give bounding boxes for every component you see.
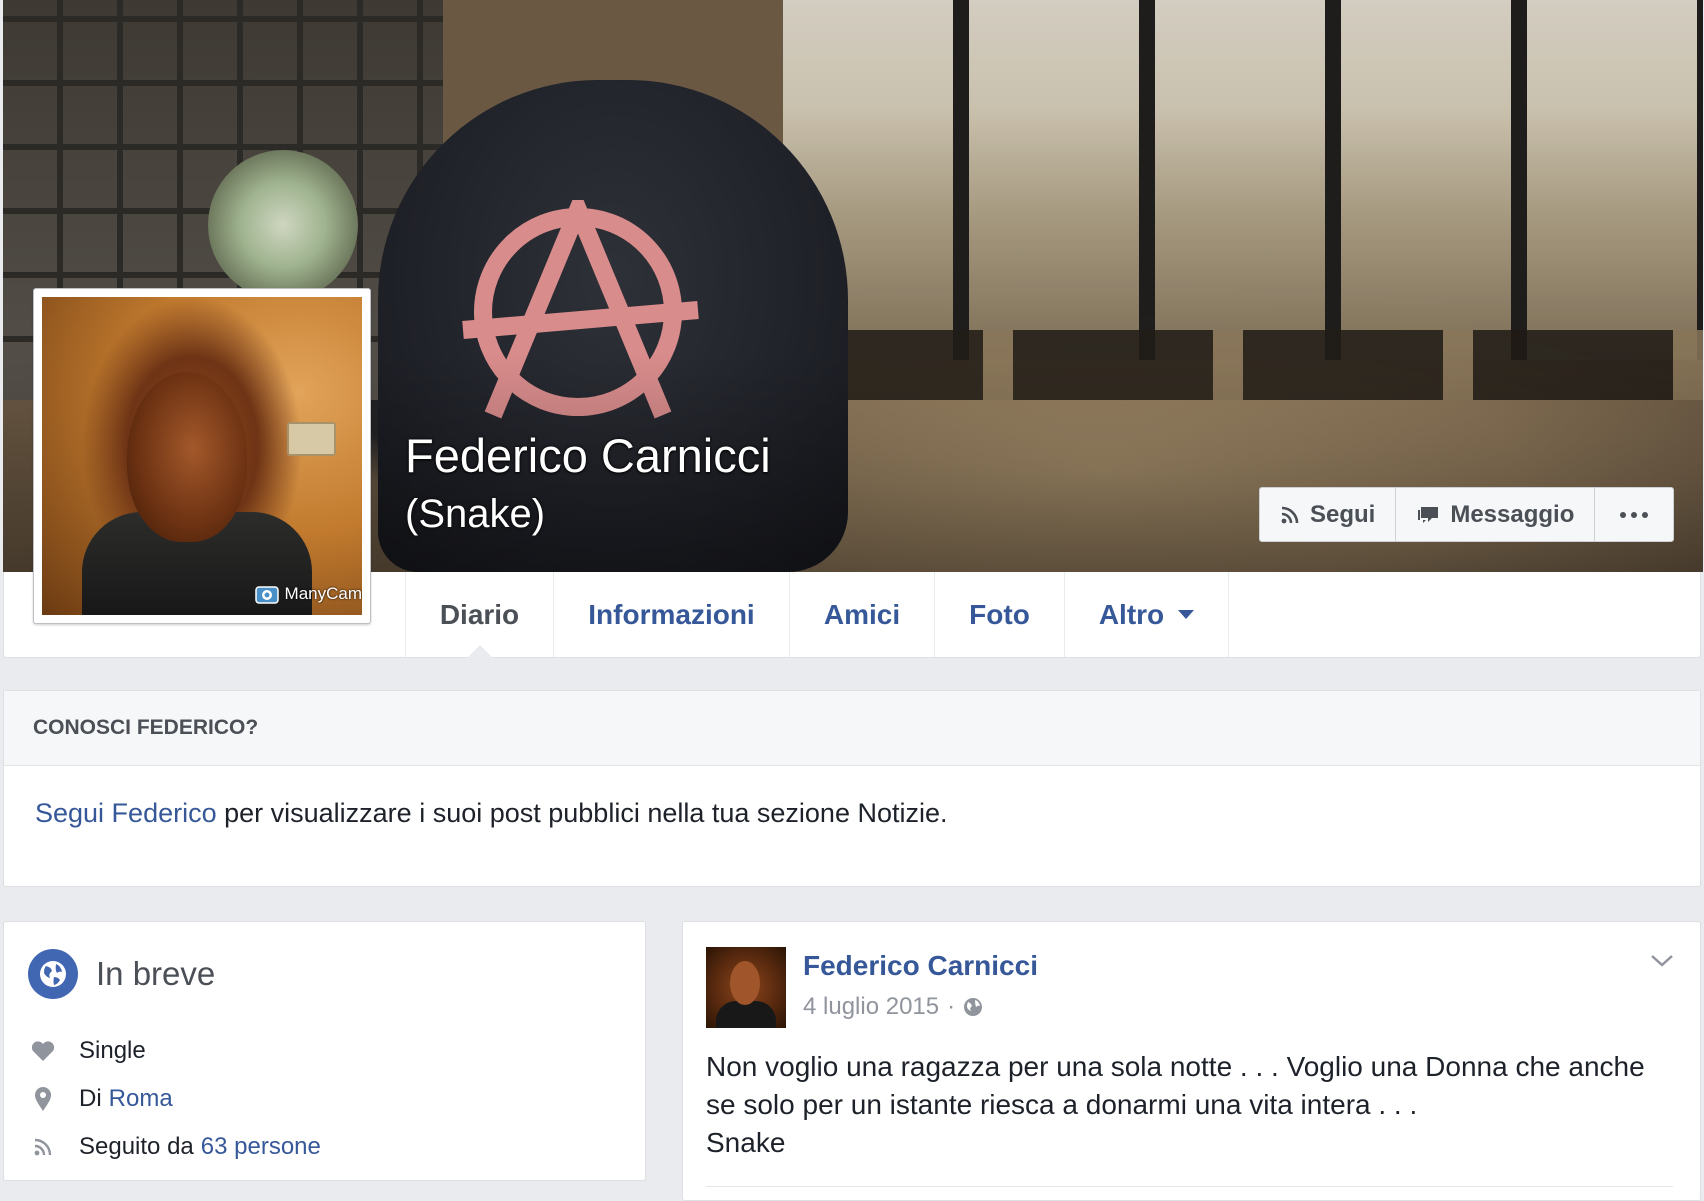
caret-down-icon xyxy=(1178,610,1195,619)
post-date[interactable]: 4 luglio 2015 xyxy=(803,993,939,1021)
light-switch xyxy=(287,422,336,456)
post-card: Federico Carnicci 4 luglio 2015 · Non vo… xyxy=(682,921,1701,1201)
post-line: Snake xyxy=(706,1127,786,1158)
tab-label: Diario xyxy=(439,598,520,630)
avatar-body xyxy=(716,1001,776,1028)
profile-picture[interactable]: ManyCam xyxy=(33,288,371,624)
know-person-box: CONOSCI FEDERICO? Segui Federico per vis… xyxy=(3,690,1701,887)
profile-tabs: Diario Informazioni Amici Foto Altro xyxy=(405,572,1229,658)
post-meta: 4 luglio 2015 · xyxy=(803,993,983,1021)
avatar-head xyxy=(127,372,247,542)
intro-card: In breve Single Di Roma Seguito da 63 pe… xyxy=(3,921,646,1181)
tab-altro[interactable]: Altro xyxy=(1065,572,1229,657)
avatar-head xyxy=(730,961,760,1005)
intro-row-text: Single xyxy=(79,1037,146,1064)
manycam-watermark: ManyCam xyxy=(254,583,362,605)
post-options-chevron-icon[interactable] xyxy=(1650,954,1674,973)
post-line: Non voglio una ragazza per una sola nott… xyxy=(706,1051,1645,1082)
cover-action-buttons: Segui Messaggio xyxy=(1259,487,1675,542)
tab-label: Foto xyxy=(969,598,1030,630)
rss-icon xyxy=(28,1137,58,1157)
follow-button-label: Segui xyxy=(1310,500,1376,528)
cover-speaker-wall xyxy=(783,0,1703,400)
message-button[interactable]: Messaggio xyxy=(1396,488,1596,541)
post-divider xyxy=(706,1186,1673,1187)
tab-label: Informazioni xyxy=(588,598,755,630)
profile-picture-image: ManyCam xyxy=(42,297,362,615)
know-box-body: Segui Federico per visualizzare i suoi p… xyxy=(4,766,1700,829)
heart-icon xyxy=(28,1040,58,1062)
know-box-text: per visualizzare i suoi post pubblici ne… xyxy=(216,798,948,828)
message-icon xyxy=(1418,506,1439,523)
rss-icon xyxy=(1281,506,1299,523)
profile-name[interactable]: Federico Carnicci xyxy=(405,428,771,483)
hometown-link[interactable]: Roma xyxy=(109,1085,173,1113)
post-author-name[interactable]: Federico Carnicci xyxy=(803,950,1038,982)
follow-link[interactable]: Segui Federico xyxy=(35,798,217,828)
more-options-button[interactable] xyxy=(1595,488,1673,541)
tab-diario[interactable]: Diario xyxy=(406,572,554,658)
more-icon xyxy=(1620,511,1649,518)
tab-label: Altro xyxy=(1098,598,1165,630)
intro-followers: Seguito da 63 persone xyxy=(28,1133,321,1161)
meta-separator: · xyxy=(947,993,956,1020)
tab-foto[interactable]: Foto xyxy=(935,572,1065,657)
know-box-heading: CONOSCI FEDERICO? xyxy=(4,691,1700,766)
globe-icon[interactable] xyxy=(963,997,983,1017)
location-pin-icon xyxy=(28,1086,58,1112)
tab-label: Amici xyxy=(823,598,901,630)
post-line: se solo per un istante riesca a donarmi … xyxy=(706,1089,1418,1120)
watermark-text: ManyCam xyxy=(284,584,362,603)
tab-amici[interactable]: Amici xyxy=(790,572,935,657)
followers-link[interactable]: 63 persone xyxy=(201,1133,321,1161)
message-button-label: Messaggio xyxy=(1450,500,1575,528)
intro-row-text: Di xyxy=(79,1085,102,1112)
intro-header: In breve xyxy=(28,949,215,999)
tab-informazioni[interactable]: Informazioni xyxy=(554,572,790,657)
globe-icon xyxy=(28,949,78,999)
intro-hometown: Di Roma xyxy=(28,1085,173,1113)
intro-title: In breve xyxy=(96,955,216,992)
cover-disc xyxy=(208,150,358,300)
post-body: Non voglio una ragazza per una sola nott… xyxy=(706,1048,1666,1162)
profile-alternate-name: (Snake) xyxy=(405,492,546,536)
intro-row-text: Seguito da xyxy=(79,1133,194,1160)
follow-button[interactable]: Segui xyxy=(1260,488,1397,541)
post-author-avatar[interactable] xyxy=(706,947,786,1028)
intro-relationship: Single xyxy=(28,1037,146,1065)
manycam-logo-icon xyxy=(254,586,279,604)
